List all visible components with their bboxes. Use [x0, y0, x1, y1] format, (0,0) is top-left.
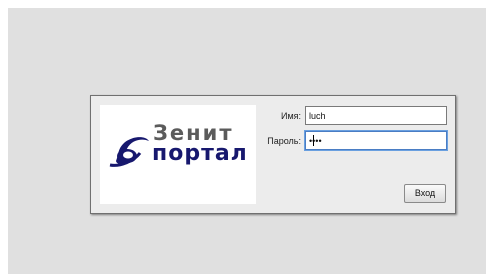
login-button[interactable]: Вход	[404, 184, 446, 203]
logo-text-portal: портал	[152, 141, 248, 166]
password-input[interactable]	[305, 131, 447, 150]
page-background: Зенит портал Имя: Пароль: Вход	[8, 8, 486, 274]
login-dialog: Зенит портал Имя: Пароль: Вход	[90, 95, 456, 214]
username-label: Имя:	[280, 111, 301, 121]
text-caret	[313, 135, 314, 146]
logo-panel: Зенит портал	[100, 105, 256, 204]
password-label: Пароль:	[267, 136, 301, 146]
username-input[interactable]	[305, 106, 447, 125]
